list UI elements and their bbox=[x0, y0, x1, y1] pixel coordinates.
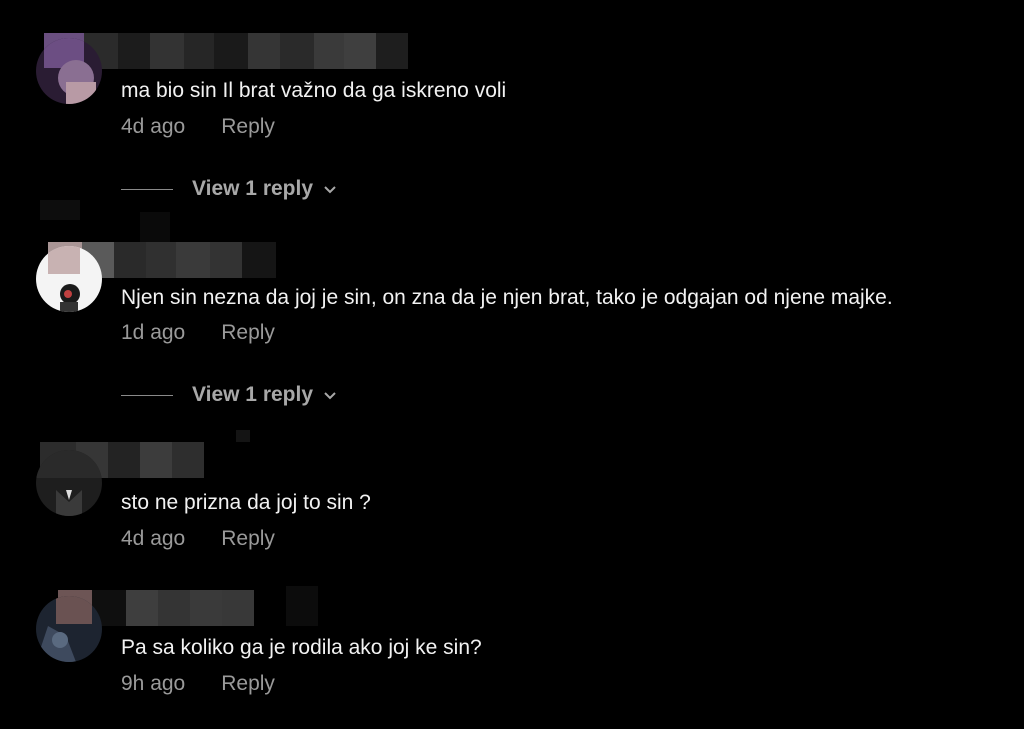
comment-1: ma bio sin Il brat važno da ga iskreno v… bbox=[0, 0, 1024, 215]
reply-button[interactable]: Reply bbox=[221, 321, 275, 344]
reply-button[interactable]: Reply bbox=[221, 527, 275, 550]
view-replies-button[interactable]: View 1 reply bbox=[121, 176, 337, 202]
comment-text: sto ne prizna da joj to sin ? bbox=[121, 491, 371, 514]
reply-button[interactable]: Reply bbox=[221, 115, 275, 138]
comment-time: 4d ago bbox=[121, 527, 186, 550]
chevron-down-icon bbox=[323, 388, 337, 402]
comment-meta: 4d ago Reply bbox=[121, 526, 275, 552]
divider-line bbox=[121, 394, 173, 396]
avatar-image bbox=[36, 38, 102, 104]
comment-text: ma bio sin Il brat važno da ga iskreno v… bbox=[121, 79, 507, 102]
reply-button[interactable]: Reply bbox=[221, 672, 275, 695]
avatar-image bbox=[36, 246, 102, 312]
view-replies-button[interactable]: View 1 reply bbox=[121, 382, 337, 408]
comment-time: 4d ago bbox=[121, 115, 186, 138]
chevron-down-icon bbox=[323, 182, 337, 196]
divider-line bbox=[121, 188, 173, 190]
avatar[interactable] bbox=[36, 596, 102, 662]
view-replies-label: View 1 reply bbox=[192, 177, 314, 200]
comment-meta: 9h ago Reply bbox=[121, 671, 275, 697]
comment-text: Pa sa koliko ga je rodila ako joj ke sin… bbox=[121, 636, 482, 659]
avatar-image bbox=[36, 596, 102, 662]
avatar-image bbox=[36, 450, 102, 516]
avatar[interactable] bbox=[36, 246, 102, 312]
avatar[interactable] bbox=[36, 450, 102, 516]
comment-meta: 1d ago Reply bbox=[121, 320, 275, 346]
comment-time: 9h ago bbox=[121, 672, 186, 695]
view-replies-label: View 1 reply bbox=[192, 383, 314, 406]
comment-text: Njen sin nezna da joj je sin, on zna da … bbox=[121, 286, 893, 309]
comment-meta: 4d ago Reply bbox=[121, 114, 275, 140]
comment-time: 1d ago bbox=[121, 321, 186, 344]
avatar[interactable] bbox=[36, 38, 102, 104]
